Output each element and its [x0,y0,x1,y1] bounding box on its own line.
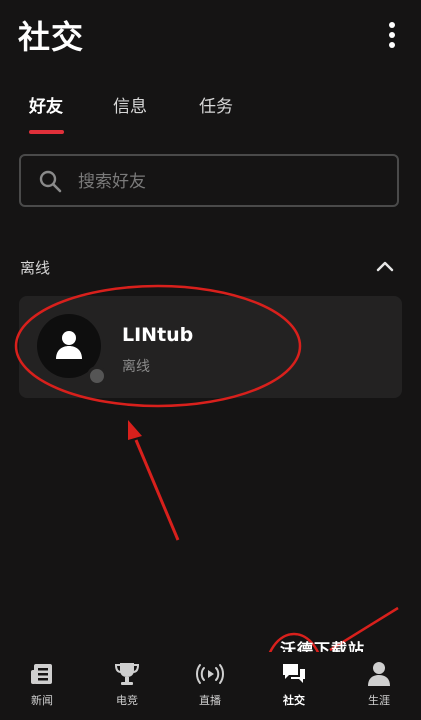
user-silhouette-icon [56,331,82,359]
bottom-navigation: 新闻 电竞 直播 社交 生涯 [0,652,421,720]
nav-label: 新闻 [31,694,53,707]
more-dot [389,32,395,38]
active-tab-indicator [29,130,64,134]
section-title: 离线 [20,259,51,277]
nav-news[interactable]: 新闻 [12,660,72,716]
nav-label: 直播 [199,694,221,707]
chat-bubbles-icon [283,664,305,683]
friend-status: 离线 [122,359,150,375]
nav-label: 电竞 [116,694,138,707]
nav-esports[interactable]: 电竞 [97,660,157,716]
nav-social[interactable]: 社交 [264,660,324,716]
tab-bar: 好友 信息 任务 [0,92,421,136]
arrow-head [128,420,142,440]
nav-label: 社交 [283,694,305,707]
tab-tasks[interactable]: 任务 [199,92,233,117]
arrow-line [134,439,180,541]
search-icon [39,170,62,193]
offline-section-header[interactable]: 离线 [20,254,400,282]
page-title: 社交 [18,18,85,56]
nav-profile[interactable]: 生涯 [349,660,409,716]
profile-icon [368,662,390,686]
tab-messages[interactable]: 信息 [113,92,147,117]
trophy-icon [114,663,140,685]
app-header: 社交 [0,0,421,70]
news-icon [31,664,52,684]
more-dot [389,42,395,48]
more-options-button[interactable] [385,22,399,52]
live-broadcast-icon [196,664,224,684]
nav-live[interactable]: 直播 [180,660,240,716]
more-dot [389,22,395,28]
chevron-up-icon[interactable] [374,256,396,278]
friend-list-item[interactable]: LINtub 离线 [19,296,402,398]
search-box[interactable] [19,154,399,207]
tab-friends[interactable]: 好友 [29,92,63,117]
friend-name: LINtub [122,324,194,346]
nav-label: 生涯 [368,694,390,707]
search-input[interactable] [76,168,380,196]
offline-status-dot [87,366,107,386]
